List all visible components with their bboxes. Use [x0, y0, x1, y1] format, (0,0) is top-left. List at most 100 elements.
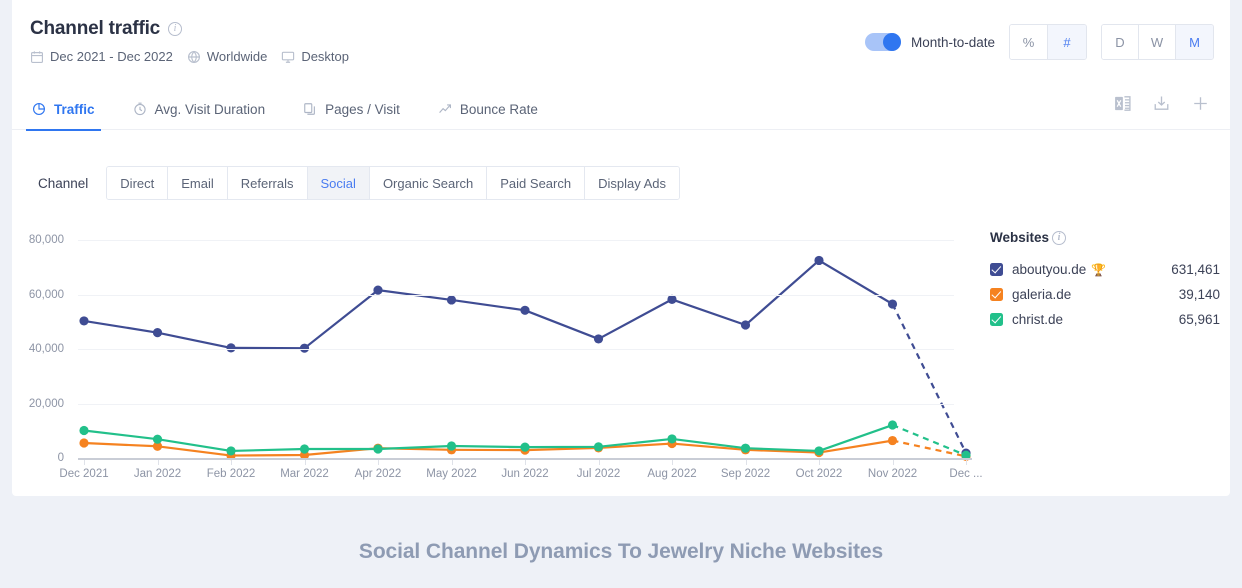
clock-icon [133, 102, 147, 116]
data-point[interactable] [667, 434, 677, 444]
data-point[interactable] [814, 255, 824, 266]
data-point[interactable] [226, 343, 236, 353]
x-axis-label: Jan 2022 [133, 468, 182, 480]
data-point[interactable] [593, 442, 604, 452]
device-text: Desktop [301, 49, 350, 64]
data-point[interactable] [79, 316, 89, 326]
x-axis-label: May 2022 [426, 468, 477, 480]
channel-option-referrals[interactable]: Referrals [227, 167, 308, 199]
legend-item[interactable]: aboutyou.de 🏆 631,461 [990, 257, 1220, 282]
channel-option-direct[interactable]: Direct [107, 167, 169, 199]
traffic-line-chart[interactable]: 0 20,000 40,000 60,000 80,000 Dec 2021 Jan 202… [12, 222, 983, 487]
legend-item-value: 631,461 [1171, 262, 1220, 277]
data-point[interactable] [887, 435, 898, 446]
legend-item-value: 39,140 [1178, 287, 1220, 302]
data-point[interactable] [79, 425, 89, 436]
tab-pages-visit-label: Pages / Visit [325, 101, 400, 117]
channel-option-organic-search[interactable]: Organic Search [369, 167, 488, 199]
date-range[interactable]: Dec 2021 - Dec 2022 [30, 49, 173, 64]
legend-checkbox[interactable] [990, 263, 1003, 276]
x-axis-label: Dec ... [949, 468, 983, 480]
data-point[interactable] [887, 299, 898, 309]
data-point[interactable] [446, 441, 457, 451]
tab-traffic[interactable]: Traffic [26, 88, 101, 131]
data-point[interactable] [79, 438, 89, 448]
traffic-pie-icon [32, 102, 46, 116]
plus-icon[interactable] [1191, 94, 1210, 113]
y-axis-label: 40,000 [28, 343, 64, 355]
device-filter[interactable]: Desktop [281, 49, 349, 64]
card-header: Channel traffic i Dec 2021 - Dec 2022 Wo… [12, 0, 1230, 88]
data-point[interactable] [520, 442, 530, 452]
x-axis-label: Mar 2022 [280, 468, 329, 480]
tab-avg-visit-duration[interactable]: Avg. Visit Duration [131, 88, 268, 130]
data-point[interactable] [593, 334, 604, 344]
y-axis-label: 0 [57, 452, 64, 464]
data-point[interactable] [299, 444, 310, 454]
period-option-day[interactable]: D [1102, 25, 1139, 59]
bounce-rate-icon [438, 102, 452, 116]
data-point[interactable] [226, 446, 236, 456]
x-axis-label: Dec 2021 [59, 468, 109, 480]
period-option-week[interactable]: W [1139, 25, 1176, 59]
unit-option-percent[interactable]: % [1010, 25, 1048, 59]
info-icon[interactable]: i [1052, 230, 1067, 245]
data-point[interactable] [152, 328, 163, 338]
channel-option-paid-search[interactable]: Paid Search [487, 167, 586, 199]
channel-options: Direct Email Referrals Social Organic Se… [106, 166, 681, 200]
toolbar [1113, 94, 1210, 113]
channel-option-email[interactable]: Email [168, 167, 228, 199]
chart-gridline [78, 403, 954, 405]
legend-checkbox[interactable] [990, 313, 1003, 326]
channel-option-display-ads[interactable]: Display Ads [585, 167, 680, 199]
data-point[interactable] [373, 444, 383, 454]
monitor-icon [281, 50, 295, 64]
legend-item[interactable]: galeria.de 39,140 [990, 282, 1220, 307]
legend-item-name: christ.de [1012, 312, 1064, 327]
x-axis-label: Jun 2022 [501, 468, 549, 480]
data-point[interactable] [740, 443, 751, 453]
data-point[interactable] [373, 285, 383, 295]
legend-title-text: Websites [990, 230, 1050, 245]
header-controls: Month-to-date % # D W M [864, 24, 1214, 60]
download-icon[interactable] [1152, 94, 1171, 113]
page-title-text: Channel traffic [30, 18, 161, 39]
data-point[interactable] [814, 446, 824, 456]
tab-avg-visit-duration-label: Avg. Visit Duration [154, 101, 266, 117]
month-to-date-toggle[interactable] [864, 33, 901, 51]
tab-pages-visit[interactable]: Pages / Visit [301, 88, 402, 130]
y-axis-label: 80,000 [28, 234, 64, 246]
month-to-date-label: Month-to-date [910, 34, 995, 50]
legend-item[interactable]: christ.de 65,961 [990, 307, 1220, 332]
data-point[interactable] [446, 295, 457, 305]
x-axis-label: Apr 2022 [354, 468, 402, 480]
tab-bounce-rate[interactable]: Bounce Rate [436, 88, 540, 130]
data-point[interactable] [887, 420, 898, 430]
chart-plot-area [79, 255, 971, 461]
x-axis-label: Oct 2022 [795, 468, 843, 480]
tab-bounce-rate-label: Bounce Rate [459, 101, 538, 117]
chart-gridline [78, 240, 954, 241]
unit-option-number[interactable]: # [1048, 25, 1086, 59]
channel-traffic-card: Channel traffic i Dec 2021 - Dec 2022 Wo… [12, 0, 1230, 496]
date-range-text: Dec 2021 - Dec 2022 [50, 49, 173, 64]
data-point[interactable] [152, 434, 163, 444]
chart-gridline [78, 349, 954, 350]
y-axis-label: 20,000 [28, 397, 64, 410]
data-point[interactable] [740, 320, 751, 330]
export-excel-icon[interactable] [1113, 94, 1132, 113]
series-line [83, 259, 894, 350]
series-line-projected [892, 439, 967, 458]
data-point[interactable] [520, 305, 530, 315]
metric-tabs: Traffic Avg. Visit Duration Pages / Visi… [12, 88, 1230, 131]
location-filter[interactable]: Worldwide [187, 49, 267, 64]
legend-checkbox[interactable] [990, 288, 1003, 301]
period-selector: D W M [1101, 24, 1214, 60]
info-icon[interactable]: i [168, 22, 183, 36]
globe-icon [187, 50, 201, 64]
period-option-month[interactable]: M [1176, 25, 1213, 59]
calendar-icon [30, 50, 44, 64]
data-point[interactable] [667, 294, 677, 305]
x-axis-label: Jul 2022 [576, 468, 621, 480]
channel-option-social[interactable]: Social [307, 167, 370, 199]
